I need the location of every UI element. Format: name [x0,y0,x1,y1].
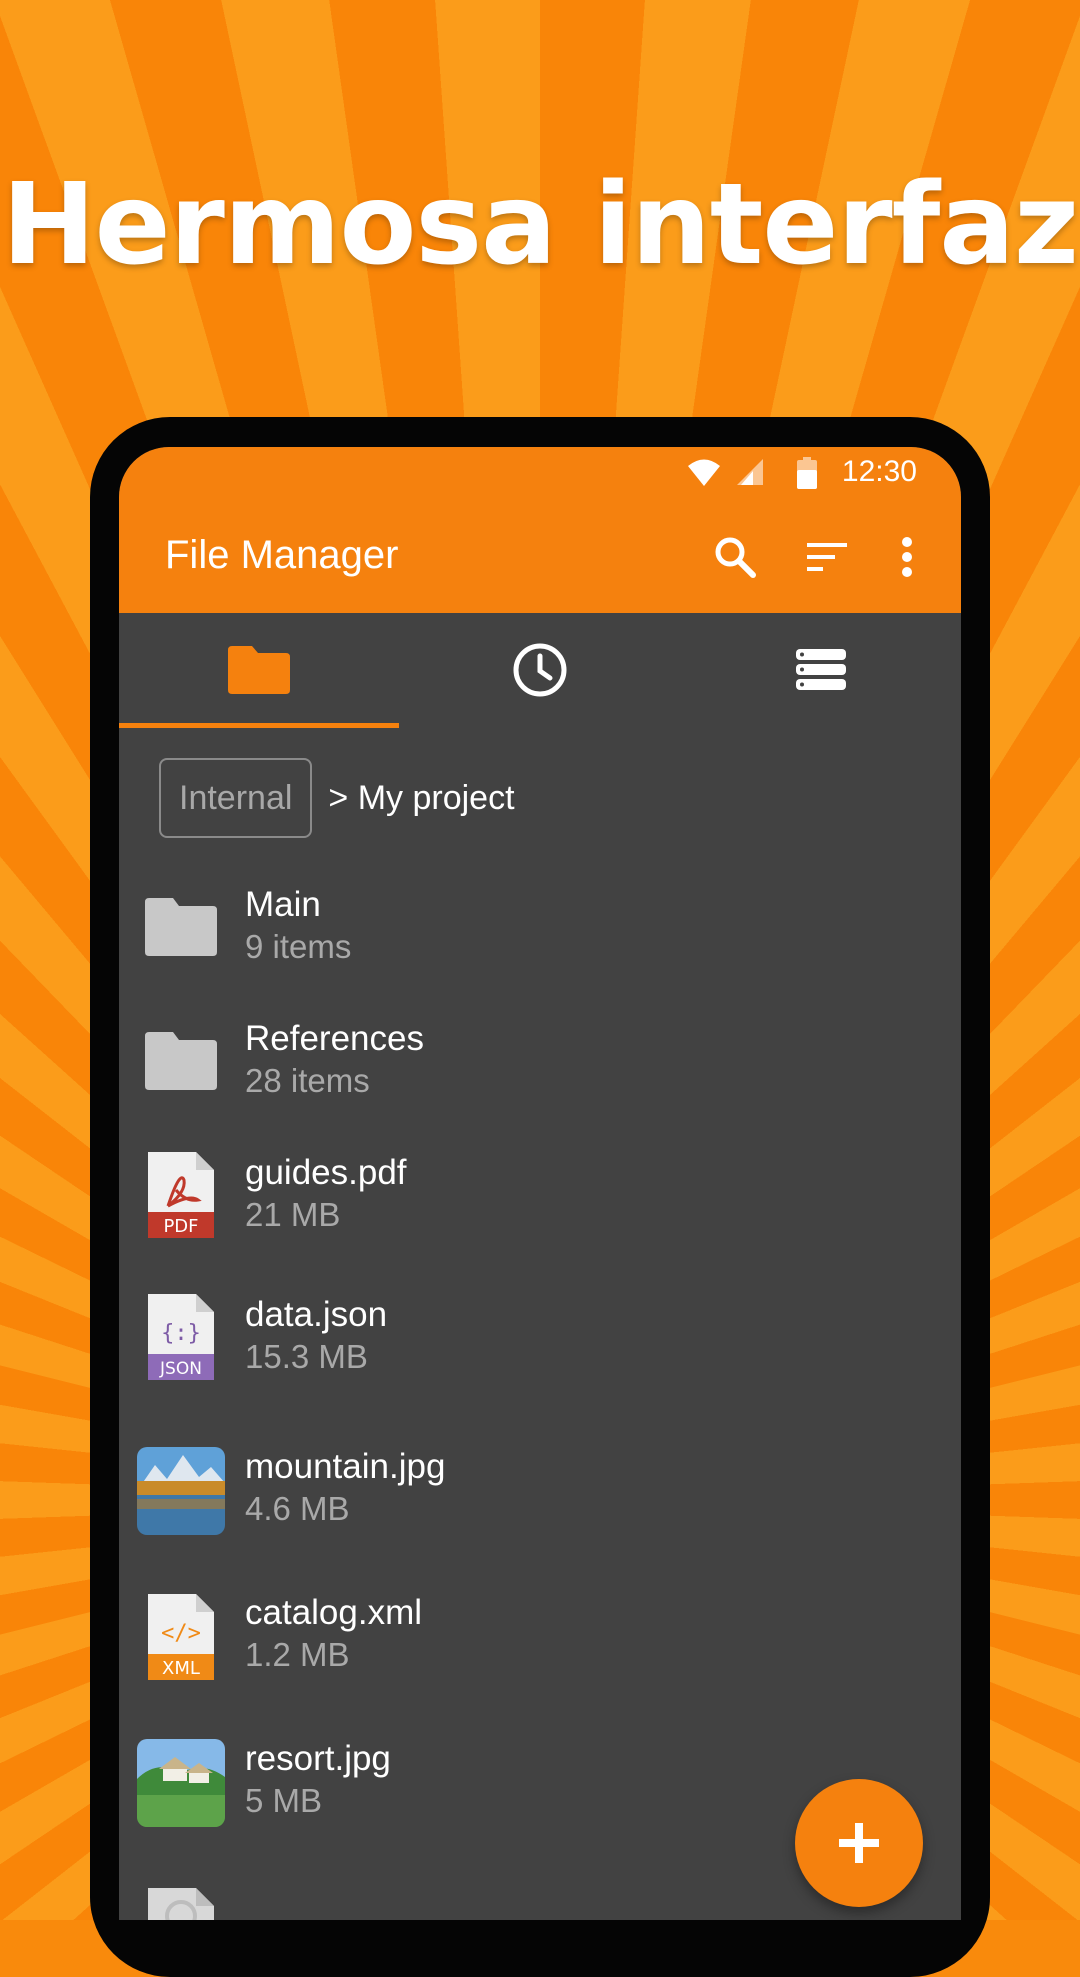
svg-text:</>: </> [161,1621,201,1646]
list-item-guides-pdf[interactable]: PDF guides.pdf 21 MB [119,1133,961,1267]
plus-icon [839,1823,879,1863]
folder-icon [135,1015,227,1107]
tab-indicator [119,723,399,728]
search-icon [715,537,756,578]
phone-screen: 12:30 File Manager Internal > My project [119,447,961,1920]
list-item-main[interactable]: Main 9 items [119,865,961,999]
file-name: guides.pdf [245,1153,407,1192]
file-name: data.json [245,1295,388,1334]
tab-bar [119,613,961,727]
file-name: Main [245,885,321,924]
image-thumbnail [135,1445,227,1537]
file-detail: 1.2 MB [245,1636,350,1673]
pdf-badge: PDF [163,1216,198,1237]
tab-storage[interactable] [681,613,961,727]
breadcrumb-current[interactable]: > My project [328,779,514,818]
file-detail: 4.6 MB [245,1490,350,1527]
tab-recent[interactable] [400,613,680,727]
xml-file-icon: </> XML [135,1591,227,1683]
promo-headline: Hermosa interfaz [1,160,1079,290]
file-detail: 5 MB [245,1782,323,1819]
app-bar: 12:30 File Manager [119,447,961,613]
json-file-icon: {:} JSON [135,1291,227,1383]
sort-icon [807,543,847,571]
status-bar: 12:30 [119,447,961,497]
battery-icon [797,457,817,494]
file-detail: 9 items [245,928,352,965]
json-badge: JSON [159,1359,202,1379]
list-item-data-json[interactable]: {:} JSON data.json 15.3 MB [119,1267,961,1417]
file-list: Main 9 items References 28 items PDF gui… [119,865,961,1920]
wifi-icon [687,457,721,492]
storage-icon [796,649,846,690]
file-detail: 21 MB [245,1196,341,1233]
status-time: 12:30 [841,455,917,488]
breadcrumb: Internal > My project [159,758,515,838]
folder-icon [228,646,290,694]
list-item-references[interactable]: References 28 items [119,999,961,1133]
signal-icon [735,457,765,492]
file-name: resort.jpg [245,1739,391,1778]
more-options-button[interactable] [883,533,931,581]
image-thumbnail [135,1737,227,1829]
pdf-file-icon: PDF [135,1149,227,1241]
search-button[interactable] [711,533,759,581]
file-name: catalog.xml [245,1593,423,1632]
list-item-catalog-xml[interactable]: </> XML catalog.xml 1.2 MB [119,1563,961,1709]
clock-icon [513,643,567,697]
file-name: References [245,1019,424,1058]
app-title: File Manager [165,533,399,577]
file-detail: 15.3 MB [245,1338,368,1375]
add-button[interactable] [795,1779,923,1907]
folder-icon [135,881,227,973]
list-item-mountain-jpg[interactable]: mountain.jpg 4.6 MB [119,1417,961,1563]
file-icon [135,1885,227,1920]
file-name: mountain.jpg [245,1447,446,1486]
sort-button[interactable] [803,533,851,581]
xml-badge: XML [162,1658,200,1679]
more-vert-icon [902,537,912,577]
svg-text:{:}: {:} [161,1321,201,1346]
file-detail: 28 items [245,1062,370,1099]
breadcrumb-root[interactable]: Internal [159,758,313,838]
tab-files[interactable] [119,613,399,727]
